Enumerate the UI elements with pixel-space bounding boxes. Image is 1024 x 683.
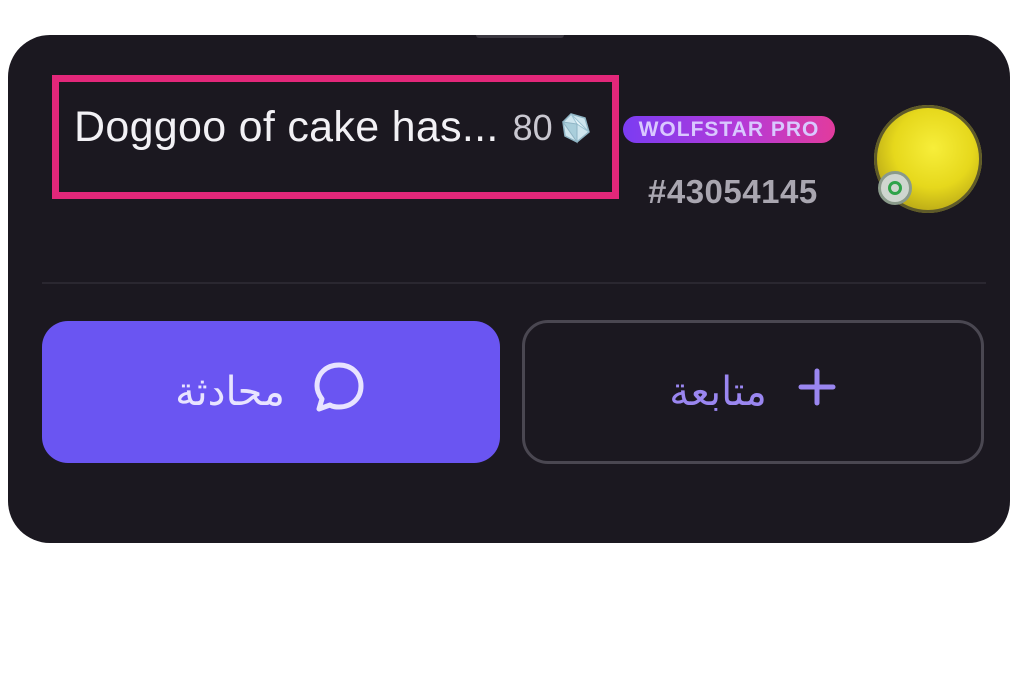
chat-button-label: محادثة <box>175 369 285 415</box>
chat-bubble-icon <box>311 359 367 425</box>
divider <box>42 282 986 284</box>
user-id: #43054145 <box>648 173 818 210</box>
user-name[interactable]: Doggoo of cake has... <box>74 103 499 152</box>
chat-button[interactable]: محادثة <box>42 321 500 463</box>
wolfstar-pro-badge: WOLFSTAR PRO <box>623 116 835 143</box>
name-row: Doggoo of cake has... 80 <box>74 103 593 152</box>
follow-button-label: متابعة <box>669 369 767 415</box>
online-status-icon <box>878 171 912 205</box>
diamond-icon <box>557 110 593 146</box>
follow-button[interactable]: متابعة <box>522 320 984 464</box>
profile-card: Doggoo of cake has... 80 WOLFSTAR PRO #4… <box>8 35 1010 543</box>
drag-handle[interactable] <box>476 35 564 38</box>
plus-icon <box>797 367 837 417</box>
level-number: 80 <box>512 106 553 148</box>
